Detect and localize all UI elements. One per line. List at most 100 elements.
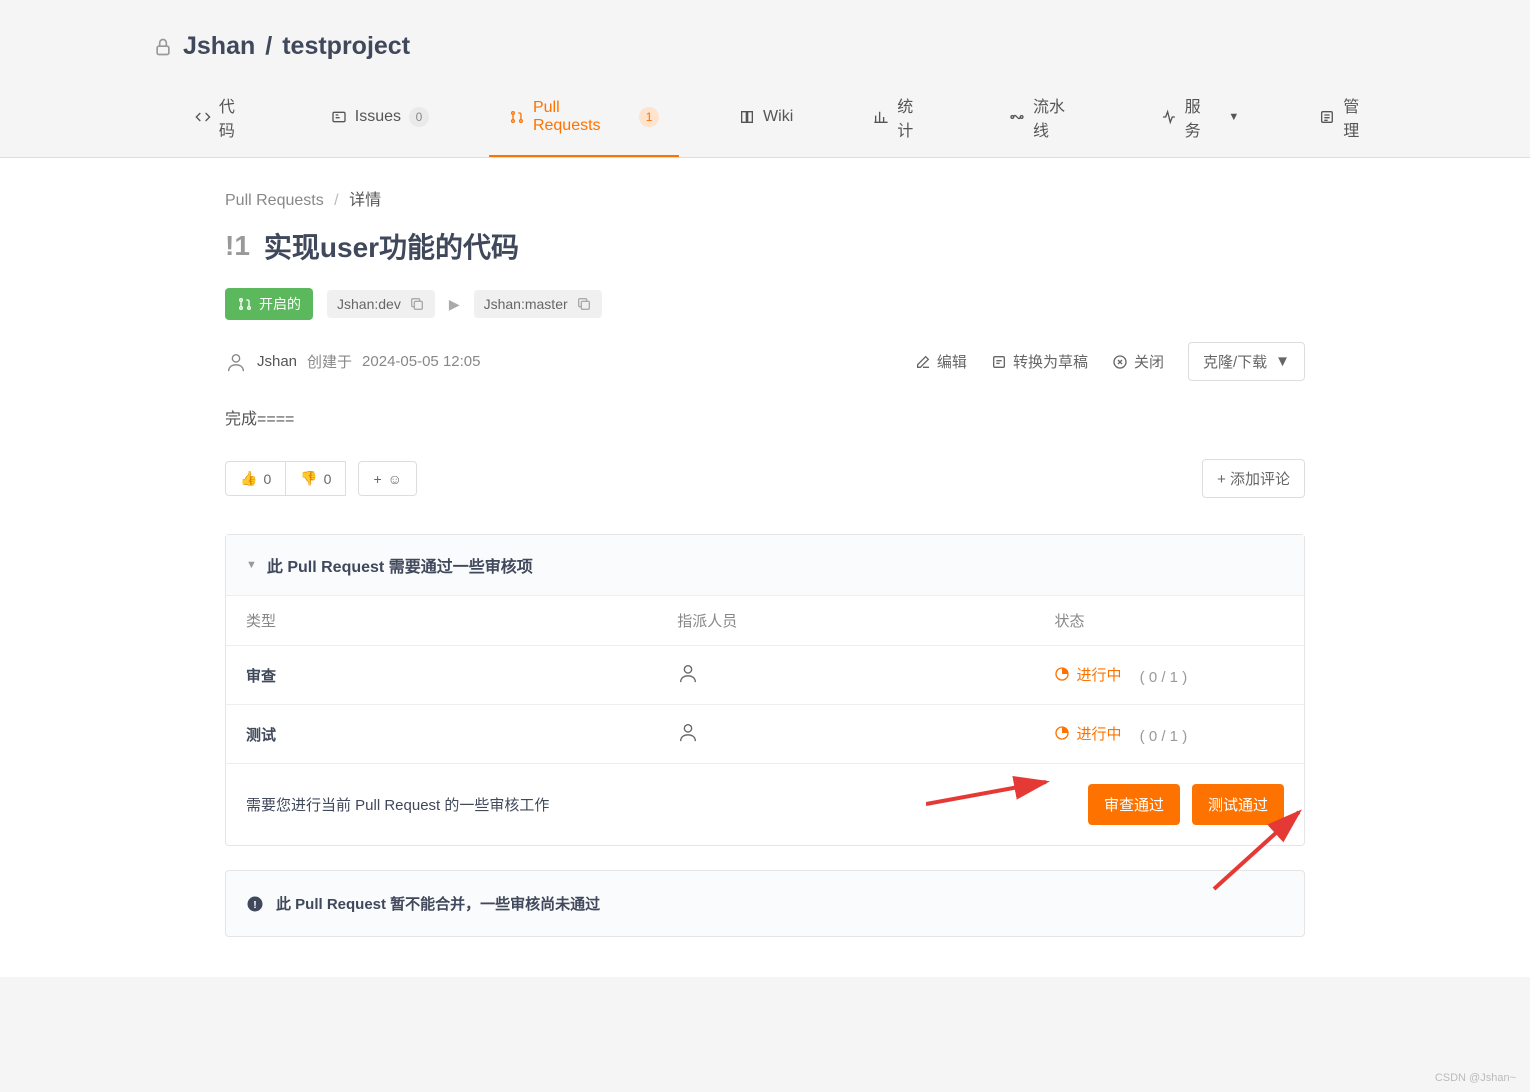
- warning-panel: ! 此 Pull Request 暂不能合并，一些审核尚未通过: [225, 870, 1305, 937]
- repo-sep: /: [265, 32, 272, 61]
- manage-icon: [1319, 109, 1335, 125]
- info-icon: !: [246, 895, 264, 913]
- lock-icon: [153, 37, 173, 57]
- review-table: 类型 指派人员 状态 审查 进行中 ( 0: [226, 595, 1304, 763]
- copy-icon[interactable]: [409, 296, 425, 312]
- thumbs-up-button[interactable]: 👍 0: [225, 461, 286, 496]
- approve-review-button[interactable]: 审查通过: [1088, 784, 1180, 825]
- issues-count-badge: 0: [409, 107, 429, 127]
- row-count: ( 0 / 1 ): [1140, 669, 1188, 686]
- tab-wiki-label: Wiki: [763, 108, 793, 126]
- breadcrumb-current: 详情: [349, 192, 381, 209]
- progress-icon: [1054, 666, 1070, 682]
- git-pr-icon: [237, 296, 253, 312]
- thumbs-up-count: 0: [263, 471, 271, 487]
- review-header-text: 此 Pull Request 需要通过一些审核项: [267, 553, 533, 577]
- smile-icon: ☺: [388, 471, 402, 487]
- tab-stats-label: 统计: [897, 93, 929, 141]
- draft-button[interactable]: 转换为草稿: [991, 351, 1088, 372]
- status-badge: 开启的: [225, 288, 313, 320]
- plus-label: +: [373, 471, 381, 487]
- tab-service[interactable]: 服务 ▼: [1141, 79, 1260, 157]
- action-footer-text: 需要您进行当前 Pull Request 的一些审核工作: [246, 794, 549, 815]
- repo-title: Jshan / testproject: [153, 32, 1377, 61]
- watermark: CSDN @Jshan~: [1435, 1072, 1516, 1084]
- tab-prs-label: Pull Requests: [533, 99, 631, 135]
- pr-id: !1: [225, 230, 250, 262]
- chevron-down-icon: ▼: [1275, 353, 1290, 370]
- tab-manage[interactable]: 管理: [1299, 79, 1395, 157]
- svg-text:!: !: [253, 898, 257, 910]
- chevron-down-icon: ▼: [246, 559, 257, 571]
- table-row: 测试 进行中 ( 0 / 1 ): [226, 705, 1304, 764]
- source-branch[interactable]: Jshan:dev: [327, 290, 435, 318]
- review-panel: ▼ 此 Pull Request 需要通过一些审核项 类型 指派人员 状态 审查: [225, 534, 1305, 846]
- review-panel-header[interactable]: ▼ 此 Pull Request 需要通过一些审核项: [226, 535, 1304, 595]
- code-icon: [195, 109, 211, 125]
- issues-icon: [331, 109, 347, 125]
- git-pr-icon: [509, 109, 525, 125]
- tab-manage-label: 管理: [1343, 93, 1375, 141]
- row-count: ( 0 / 1 ): [1140, 728, 1188, 745]
- wiki-icon: [739, 109, 755, 125]
- thumbs-down-button[interactable]: 👎 0: [286, 461, 346, 496]
- close-button[interactable]: 关闭: [1112, 351, 1164, 372]
- pipeline-icon: [1009, 109, 1025, 125]
- prs-count-badge: 1: [639, 107, 659, 127]
- pr-description: 完成====: [225, 405, 1305, 429]
- repo-owner[interactable]: Jshan: [183, 32, 255, 61]
- thumbs-down-icon: 👎: [300, 470, 317, 487]
- progress-icon: [1054, 725, 1070, 741]
- approve-test-button[interactable]: 测试通过: [1192, 784, 1284, 825]
- row-status: 进行中: [1076, 723, 1121, 744]
- clone-label: 克隆/下载: [1203, 351, 1267, 372]
- target-branch-label: Jshan:master: [484, 296, 568, 312]
- tab-stats[interactable]: 统计: [853, 79, 949, 157]
- row-status: 进行中: [1076, 664, 1121, 685]
- add-reaction-button[interactable]: + ☺: [358, 461, 416, 496]
- assignee-avatar[interactable]: [677, 662, 699, 684]
- author-name[interactable]: Jshan: [257, 353, 297, 370]
- tab-pipeline[interactable]: 流水线: [989, 79, 1101, 157]
- status-label: 开启的: [259, 294, 301, 314]
- edit-button[interactable]: 编辑: [915, 351, 967, 372]
- breadcrumb-sep: /: [334, 192, 338, 209]
- clone-download-button[interactable]: 克隆/下载 ▼: [1188, 342, 1305, 381]
- source-branch-label: Jshan:dev: [337, 296, 401, 312]
- repo-name[interactable]: testproject: [282, 32, 410, 61]
- tab-pull-requests[interactable]: Pull Requests 1: [489, 79, 679, 157]
- assignee-avatar[interactable]: [677, 721, 699, 743]
- chevron-down-icon: ▼: [1228, 111, 1239, 123]
- edit-icon: [915, 354, 931, 370]
- tab-pipeline-label: 流水线: [1033, 93, 1081, 141]
- tab-code[interactable]: 代码: [175, 79, 271, 157]
- add-comment-button[interactable]: + 添加评论: [1202, 459, 1305, 498]
- tab-wiki[interactable]: Wiki: [719, 79, 813, 157]
- created-at: 2024-05-05 12:05: [362, 353, 480, 370]
- row-type: 测试: [246, 727, 276, 744]
- target-branch[interactable]: Jshan:master: [474, 290, 602, 318]
- stats-icon: [873, 109, 889, 125]
- arrow-icon: ▶: [449, 296, 460, 313]
- edit-label: 编辑: [937, 351, 967, 372]
- author-avatar: [225, 351, 247, 373]
- draft-label: 转换为草稿: [1013, 351, 1088, 372]
- draft-icon: [991, 354, 1007, 370]
- breadcrumb-root[interactable]: Pull Requests: [225, 192, 324, 209]
- table-row: 审查 进行中 ( 0 / 1 ): [226, 646, 1304, 705]
- close-label: 关闭: [1134, 351, 1164, 372]
- col-type: 类型: [226, 596, 657, 646]
- copy-icon[interactable]: [576, 296, 592, 312]
- tab-code-label: 代码: [219, 93, 251, 141]
- service-icon: [1161, 109, 1177, 125]
- created-prefix: 创建于: [307, 351, 352, 372]
- col-status: 状态: [1034, 596, 1304, 646]
- row-type: 审查: [246, 668, 276, 685]
- thumbs-down-count: 0: [324, 471, 332, 487]
- annotation-arrow: [926, 774, 1056, 809]
- warning-text: 此 Pull Request 暂不能合并，一些审核尚未通过: [276, 893, 600, 914]
- tab-issues-label: Issues: [355, 108, 401, 126]
- thumbs-up-icon: 👍: [240, 470, 257, 487]
- tab-issues[interactable]: Issues 0: [311, 79, 449, 157]
- pr-title: 实现user功能的代码: [264, 226, 519, 266]
